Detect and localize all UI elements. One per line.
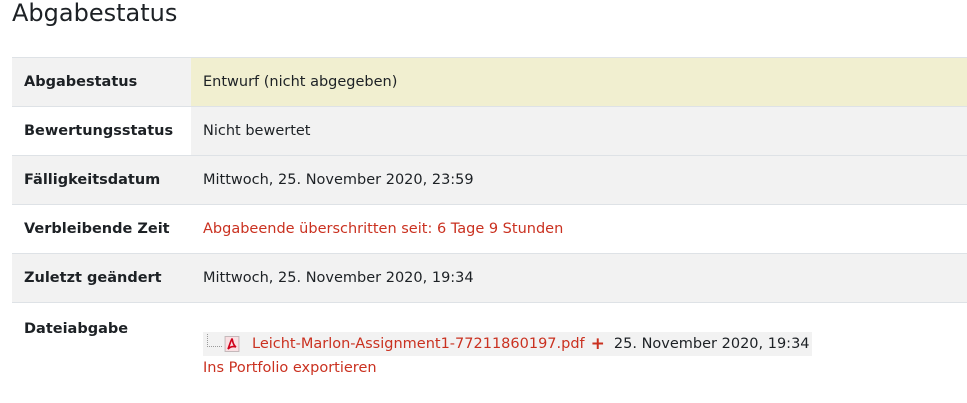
file-submission-cell: Leicht-Marlon-Assignment1-77211860197.pd… [191,303,967,393]
row-value: Nicht bewertet [191,107,967,155]
table-row-last-modified: Zuletzt geändert Mittwoch, 25. November … [12,254,967,303]
table-row-due-date: Fälligkeitsdatum Mittwoch, 25. November … [12,156,967,205]
submission-status-table: Abgabestatus Entwurf (nicht abgegeben) B… [12,57,967,393]
row-label: Bewertungsstatus [12,107,191,155]
export-to-portfolio-link[interactable]: Ins Portfolio exportieren [203,360,377,376]
row-label: Dateiabgabe [12,303,191,393]
table-row-submission-status: Abgabestatus Entwurf (nicht abgegeben) [12,58,967,107]
row-value: Mittwoch, 25. November 2020, 23:59 [191,156,967,204]
row-label: Abgabestatus [12,58,191,106]
page-title: Abgabestatus [12,0,178,27]
row-value: Entwurf (nicht abgegeben) [191,58,967,106]
overdue-status-text: Abgabeende überschritten seit: 6 Tage 9 … [191,205,967,253]
row-label: Verbleibende Zeit [12,205,191,253]
file-tree-item: Leicht-Marlon-Assignment1-77211860197.pd… [203,332,812,356]
submitted-file-link[interactable]: Leicht-Marlon-Assignment1-77211860197.pd… [252,336,585,352]
tree-connector [207,333,222,347]
pdf-icon [224,336,240,352]
table-row-time-remaining: Verbleibende Zeit Abgabeende überschritt… [12,205,967,254]
row-label: Zuletzt geändert [12,254,191,302]
file-upload-date: 25. November 2020, 19:34 [613,336,810,352]
table-row-grading-status: Bewertungsstatus Nicht bewertet [12,107,967,156]
row-value: Mittwoch, 25. November 2020, 19:34 [191,254,967,302]
row-label: Fälligkeitsdatum [12,156,191,204]
plus-icon[interactable]: + [591,335,605,353]
table-row-file-submission: Dateiabgabe Leicht-Marlon-Assignment1-77… [12,303,967,393]
